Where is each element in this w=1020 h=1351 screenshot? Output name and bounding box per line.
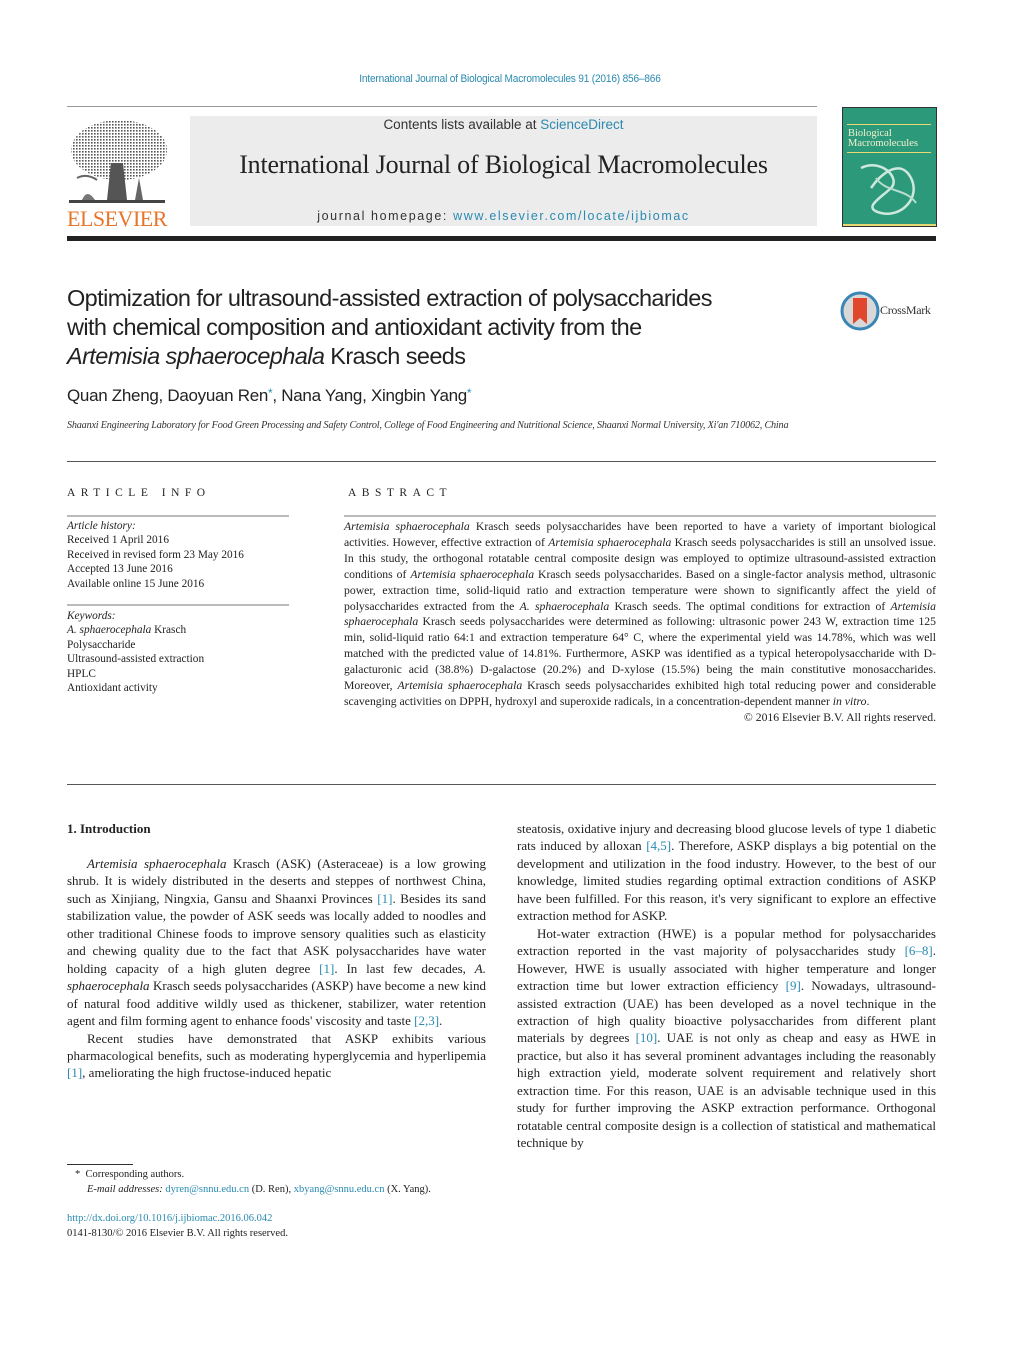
author-name: Nana Yang [281, 386, 363, 405]
history-item: Received 1 April 2016 [67, 534, 169, 547]
footnote-rule [67, 1164, 133, 1165]
reference-link[interactable]: [1] [377, 891, 392, 906]
introduction-left-column: Artemisia sphaerocephala Krasch (ASK) (A… [67, 855, 486, 1082]
introduction-heading: 1. Introduction [67, 821, 151, 836]
history-item: Accepted 13 June 2016 [67, 563, 173, 576]
author-name: Quan Zheng [67, 386, 159, 405]
journal-name: International Journal of Biological Macr… [239, 150, 768, 179]
italic-text: Artemisia sphaerocephala [87, 856, 227, 871]
paragraph: steatosis, oxidative injury and decreasi… [517, 820, 936, 925]
journal-cover-thumbnail[interactable]: Biological Macromolecules [842, 107, 937, 227]
title-line: Artemisia sphaerocephala Krasch seeds [67, 343, 466, 369]
reference-link[interactable]: [1] [319, 961, 334, 976]
keyword-item: Antioxidant activity [67, 682, 158, 695]
reference-link[interactable]: [10] [636, 1030, 658, 1045]
sciencedirect-link[interactable]: ScienceDirect [540, 117, 623, 132]
title-line: Optimization for ultrasound-assisted ext… [67, 285, 712, 311]
issn-copyright: 0141-8130/© 2016 Elsevier B.V. All right… [67, 1228, 288, 1239]
corresponding-author-marker[interactable]: * [268, 386, 273, 400]
history-item: Received in revised form 23 May 2016 [67, 548, 244, 561]
cover-title: Biological Macromolecules [848, 128, 918, 149]
crossmark-icon [840, 291, 880, 331]
text-run: Hot-water extraction (HWE) is a popular … [517, 925, 936, 959]
article-info-heading: ARTICLE INFO [67, 487, 211, 499]
text-run: . In last few decades, [334, 960, 475, 976]
protein-ribbon-icon [860, 164, 917, 216]
italic-text: in vitro [832, 694, 867, 708]
keyword-item: Ultrasound-assisted extraction [67, 653, 205, 666]
journal-citation[interactable]: International Journal of Biological Macr… [41, 73, 979, 85]
cover-rule [843, 224, 936, 226]
keyword-item: A. sphaerocephala Krasch [67, 624, 187, 637]
abstract-heading: ABSTRACT [348, 487, 453, 499]
email-link-yang[interactable]: xbyang@snnu.edu.cn [294, 1184, 385, 1195]
reference-link[interactable]: [1] [67, 1065, 82, 1080]
homepage-link[interactable]: www.elsevier.com/locate/ijbiomac [453, 209, 690, 223]
text-run: . UAE is not only as cheap and easy as H… [517, 1030, 936, 1151]
text-run: . [866, 694, 870, 708]
keyword-item: Polysaccharide [67, 638, 136, 651]
italic-text: Artemisia sphaerocephala [397, 679, 523, 693]
corresponding-footnote: * Corresponding authors. E-mail addresse… [67, 1167, 497, 1197]
email-label: E-mail addresses: [87, 1184, 163, 1195]
reference-link[interactable]: [9] [786, 978, 801, 993]
header-thick-rule [67, 236, 936, 241]
italic-text: Artemisia sphaerocephala [344, 520, 470, 533]
author-name: Xingbin Yang [370, 386, 467, 405]
paragraph: Hot-water extraction (HWE) is a popular … [517, 925, 936, 1152]
paragraph: Recent studies have demonstrated that AS… [67, 1030, 486, 1082]
text-run: . [439, 1013, 443, 1029]
footnote-corresponding: * Corresponding authors. [75, 1169, 185, 1180]
footnote-emails: E-mail addresses: dyren@snnu.edu.cn (D. … [87, 1184, 431, 1195]
header-rule [67, 106, 817, 107]
title-line: with chemical composition and antioxidan… [67, 314, 642, 340]
author-name: Daoyuan Ren [167, 386, 269, 405]
crossmark-label[interactable]: CrossMark [880, 303, 931, 318]
italic-text: Artemisia sphaerocephala [410, 567, 535, 581]
section-rule [67, 461, 936, 462]
keywords-rule [67, 604, 289, 606]
article-title: Optimization for ultrasound-assisted ext… [67, 284, 827, 371]
abstract-copyright: © 2016 Elsevier B.V. All rights reserved… [743, 710, 936, 724]
abstract-text: Artemisia sphaerocephala Krasch seeds po… [344, 519, 936, 710]
keyword-item: HPLC [67, 667, 96, 680]
email-link-ren[interactable]: dyren@snnu.edu.cn [165, 1184, 249, 1195]
history-label: Article history: [67, 520, 136, 532]
corresponding-author-marker[interactable]: * [467, 386, 472, 400]
paragraph: Artemisia sphaerocephala Krasch (ASK) (A… [67, 855, 486, 1030]
abstract-rule [344, 515, 936, 517]
doi-block: http://dx.doi.org/10.1016/j.ijbiomac.201… [67, 1211, 288, 1241]
reference-link[interactable]: [2,3] [414, 1013, 439, 1028]
doi-link[interactable]: http://dx.doi.org/10.1016/j.ijbiomac.201… [67, 1211, 288, 1226]
affiliation: Shaanxi Engineering Laboratory for Food … [67, 420, 789, 431]
abstract-body: Artemisia sphaerocephala Krasch seeds po… [344, 519, 936, 726]
text-run: , ameliorating the high fructose-induced… [82, 1065, 332, 1081]
journal-homepage-line: journal homepage: www.elsevier.com/locat… [190, 209, 817, 223]
introduction-right-column: steatosis, oxidative injury and decreasi… [517, 820, 936, 1152]
article-info-rule [67, 515, 289, 517]
journal-citation-link[interactable]: International Journal of Biological Macr… [359, 73, 661, 85]
history-item: Available online 15 June 2016 [67, 577, 205, 590]
elsevier-wordmark: ELSEVIER [67, 206, 167, 231]
homepage-label: journal homepage: [317, 209, 454, 223]
contents-label: Contents lists available at [383, 117, 541, 132]
italic-text: Artemisia sphaerocephala [548, 535, 672, 549]
reference-link[interactable]: [4,5] [646, 838, 671, 853]
keywords-label: Keywords: [67, 610, 116, 622]
keywords-list: Keywords: A. sphaerocephala Krasch Polysac… [67, 609, 297, 695]
italic-text: A. sphaerocephala [519, 599, 610, 613]
text-run: Krasch seeds. The optimal conditions for… [609, 599, 891, 613]
text-run: Recent studies have demonstrated that AS… [67, 1030, 486, 1063]
reference-link[interactable]: [6–8] [905, 943, 933, 958]
cover-rule [847, 124, 931, 125]
contents-available-line: Contents lists available at ScienceDirec… [190, 117, 817, 132]
cover-rule [847, 152, 931, 153]
section-rule [67, 784, 936, 785]
author-list: Quan Zheng, Daoyuan Ren*, Nana Yang, Xin… [67, 386, 472, 405]
article-history: Article history: Received 1 April 2016 Rec… [67, 519, 297, 591]
